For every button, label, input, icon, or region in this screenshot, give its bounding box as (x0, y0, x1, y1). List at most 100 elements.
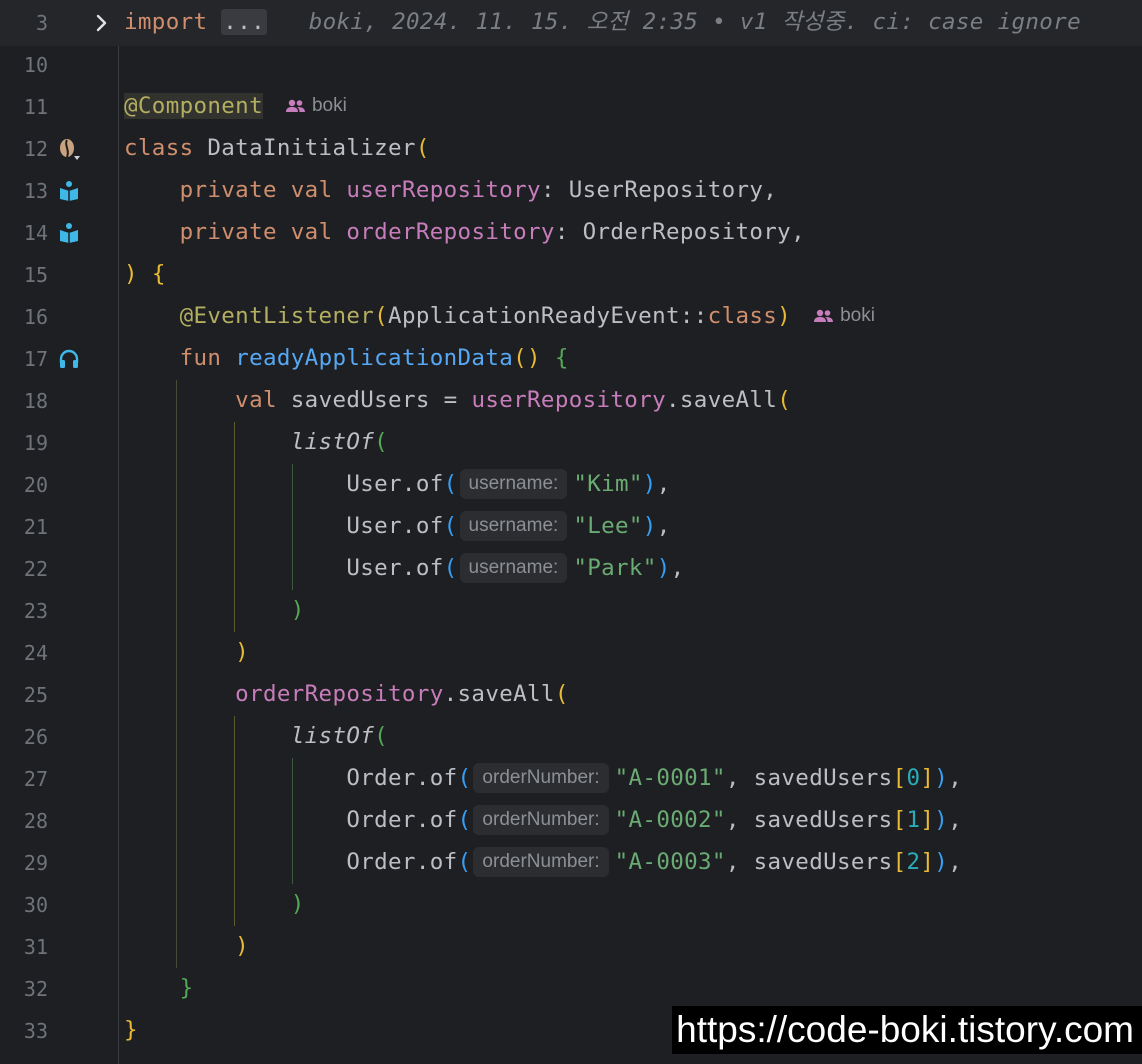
line-number: 14 (23, 221, 48, 245)
code-line[interactable]: 3 import ... boki, 2024. 11. 15. 오전 2:35… (0, 2, 1142, 44)
val-keyword: val (290, 177, 333, 203)
fun-keyword: fun (179, 345, 222, 371)
saved-users-variable: savedUsers (753, 849, 893, 875)
list-of-call: listOf (290, 429, 375, 455)
code-line[interactable]: 11 @Component boki (0, 86, 1142, 128)
spring-bean-icon[interactable] (57, 137, 81, 161)
user-repository-reference: userRepository (471, 387, 666, 413)
line-number: 29 (23, 851, 48, 875)
git-blame-annotation: boki, 2024. 11. 15. 오전 2:35 • v1 작성중. ci… (308, 9, 1081, 35)
order-repository-property: orderRepository (346, 219, 555, 245)
parameter-hint: orderNumber: (473, 847, 609, 877)
string-literal: "Park" (573, 555, 657, 581)
code-line[interactable]: 19 listOf( (0, 422, 1142, 464)
author-hint[interactable]: boki (813, 301, 875, 331)
line-number: 11 (23, 95, 48, 119)
injection-point-icon[interactable] (57, 179, 81, 203)
parameter-hint: orderNumber: (473, 805, 609, 835)
saved-users-variable: savedUsers (290, 387, 430, 413)
order-of-call: Order.of (346, 807, 458, 833)
author-name: boki (311, 95, 347, 116)
code-line[interactable]: 23 ) (0, 590, 1142, 632)
order-repository-type: OrderRepository (582, 219, 792, 245)
author-hint[interactable]: boki (285, 91, 347, 121)
save-all-call: saveAll (679, 387, 778, 413)
string-literal: "A-0003" (614, 849, 726, 875)
code-line[interactable]: 17 fun readyApplicationData() { (0, 338, 1142, 380)
people-icon (285, 99, 305, 112)
code-line[interactable]: 25 orderRepository.saveAll( (0, 674, 1142, 716)
code-line[interactable]: 15 ) { (0, 254, 1142, 296)
code-line[interactable]: 20 User.of(username: "Kim"), (0, 464, 1142, 506)
code-line[interactable]: 29 Order.of(orderNumber: "A-0003", savedU… (0, 842, 1142, 884)
line-number: 21 (23, 515, 48, 539)
line-number: 19 (23, 431, 48, 455)
parameter-hint: orderNumber: (473, 763, 609, 793)
class-keyword: class (124, 135, 194, 161)
code-line[interactable]: 16 @EventListener(ApplicationReadyEvent:… (0, 296, 1142, 338)
code-line[interactable]: 28 Order.of(orderNumber: "A-0002", savedU… (0, 800, 1142, 842)
line-number: 32 (23, 977, 48, 1001)
line-number: 28 (23, 809, 48, 833)
fold-placeholder[interactable]: ... (221, 9, 267, 35)
code-line[interactable]: 32 } (0, 968, 1142, 1010)
string-literal: "Kim" (573, 471, 643, 497)
line-number: 20 (23, 473, 48, 497)
code-line[interactable]: 31 ) (0, 926, 1142, 968)
line-number: 33 (23, 1019, 48, 1043)
user-of-call: User.of (346, 471, 444, 497)
line-number: 10 (23, 53, 48, 77)
code-line[interactable]: 27 Order.of(orderNumber: "A-0001", savedU… (0, 758, 1142, 800)
class-reference: class (707, 303, 778, 329)
code-line[interactable]: 26 listOf( (0, 716, 1142, 758)
class-name: DataInitializer (207, 135, 416, 161)
chevron-right-icon[interactable] (90, 11, 114, 35)
event-listener-icon[interactable] (57, 347, 81, 371)
parameter-hint: username: (459, 553, 568, 583)
parameter-hint: username: (459, 511, 568, 541)
index-literal: 1 (906, 807, 921, 833)
string-literal: "A-0002" (614, 807, 726, 833)
double-colon: :: (679, 303, 708, 329)
line-number: 16 (23, 305, 48, 329)
line-number: 18 (23, 389, 48, 413)
string-literal: "Lee" (573, 513, 643, 539)
code-line[interactable]: 22 User.of(username: "Park"), (0, 548, 1142, 590)
code-line[interactable]: 30 ) (0, 884, 1142, 926)
code-line[interactable]: 10 (0, 44, 1142, 86)
author-name: boki (840, 305, 875, 326)
code-editor[interactable]: 3 import ... boki, 2024. 11. 15. 오전 2:35… (0, 0, 1142, 1064)
line-number: 3 (35, 11, 48, 35)
list-of-call: listOf (290, 723, 375, 749)
line-number: 27 (23, 767, 48, 791)
code-line[interactable]: 13 private val userRepository: UserRepos… (0, 170, 1142, 212)
line-number: 22 (23, 557, 48, 581)
private-keyword: private (179, 177, 277, 203)
import-keyword: import (124, 9, 208, 35)
event-class-name: ApplicationReadyEvent (388, 303, 680, 329)
order-repository-reference: orderRepository (235, 681, 444, 707)
parameter-hint: username: (459, 469, 568, 499)
line-number: 12 (23, 137, 48, 161)
saved-users-variable: savedUsers (753, 807, 893, 833)
line-number: 31 (23, 935, 48, 959)
code-line[interactable]: 18 val savedUsers = userRepository.saveA… (0, 380, 1142, 422)
code-line[interactable]: 14 private val orderRepository: OrderRep… (0, 212, 1142, 254)
code-line[interactable]: 12 class DataInitializer( (0, 128, 1142, 170)
line-number: 13 (23, 179, 48, 203)
order-of-call: Order.of (346, 849, 458, 875)
code-line[interactable]: 21 User.of(username: "Lee"), (0, 506, 1142, 548)
line-number: 30 (23, 893, 48, 917)
index-literal: 2 (906, 849, 921, 875)
component-annotation: @Component (124, 93, 263, 119)
watermark: https://code-boki.tistory.com (672, 1006, 1142, 1054)
save-all-call: saveAll (457, 681, 555, 707)
line-number: 25 (23, 683, 48, 707)
line-number: 17 (23, 347, 48, 371)
function-name: readyApplicationData (235, 345, 514, 371)
injection-point-icon[interactable] (57, 221, 81, 245)
line-number: 15 (23, 263, 48, 287)
code-line[interactable]: 24 ) (0, 632, 1142, 674)
user-of-call: User.of (346, 555, 444, 581)
private-keyword: private (179, 219, 277, 245)
